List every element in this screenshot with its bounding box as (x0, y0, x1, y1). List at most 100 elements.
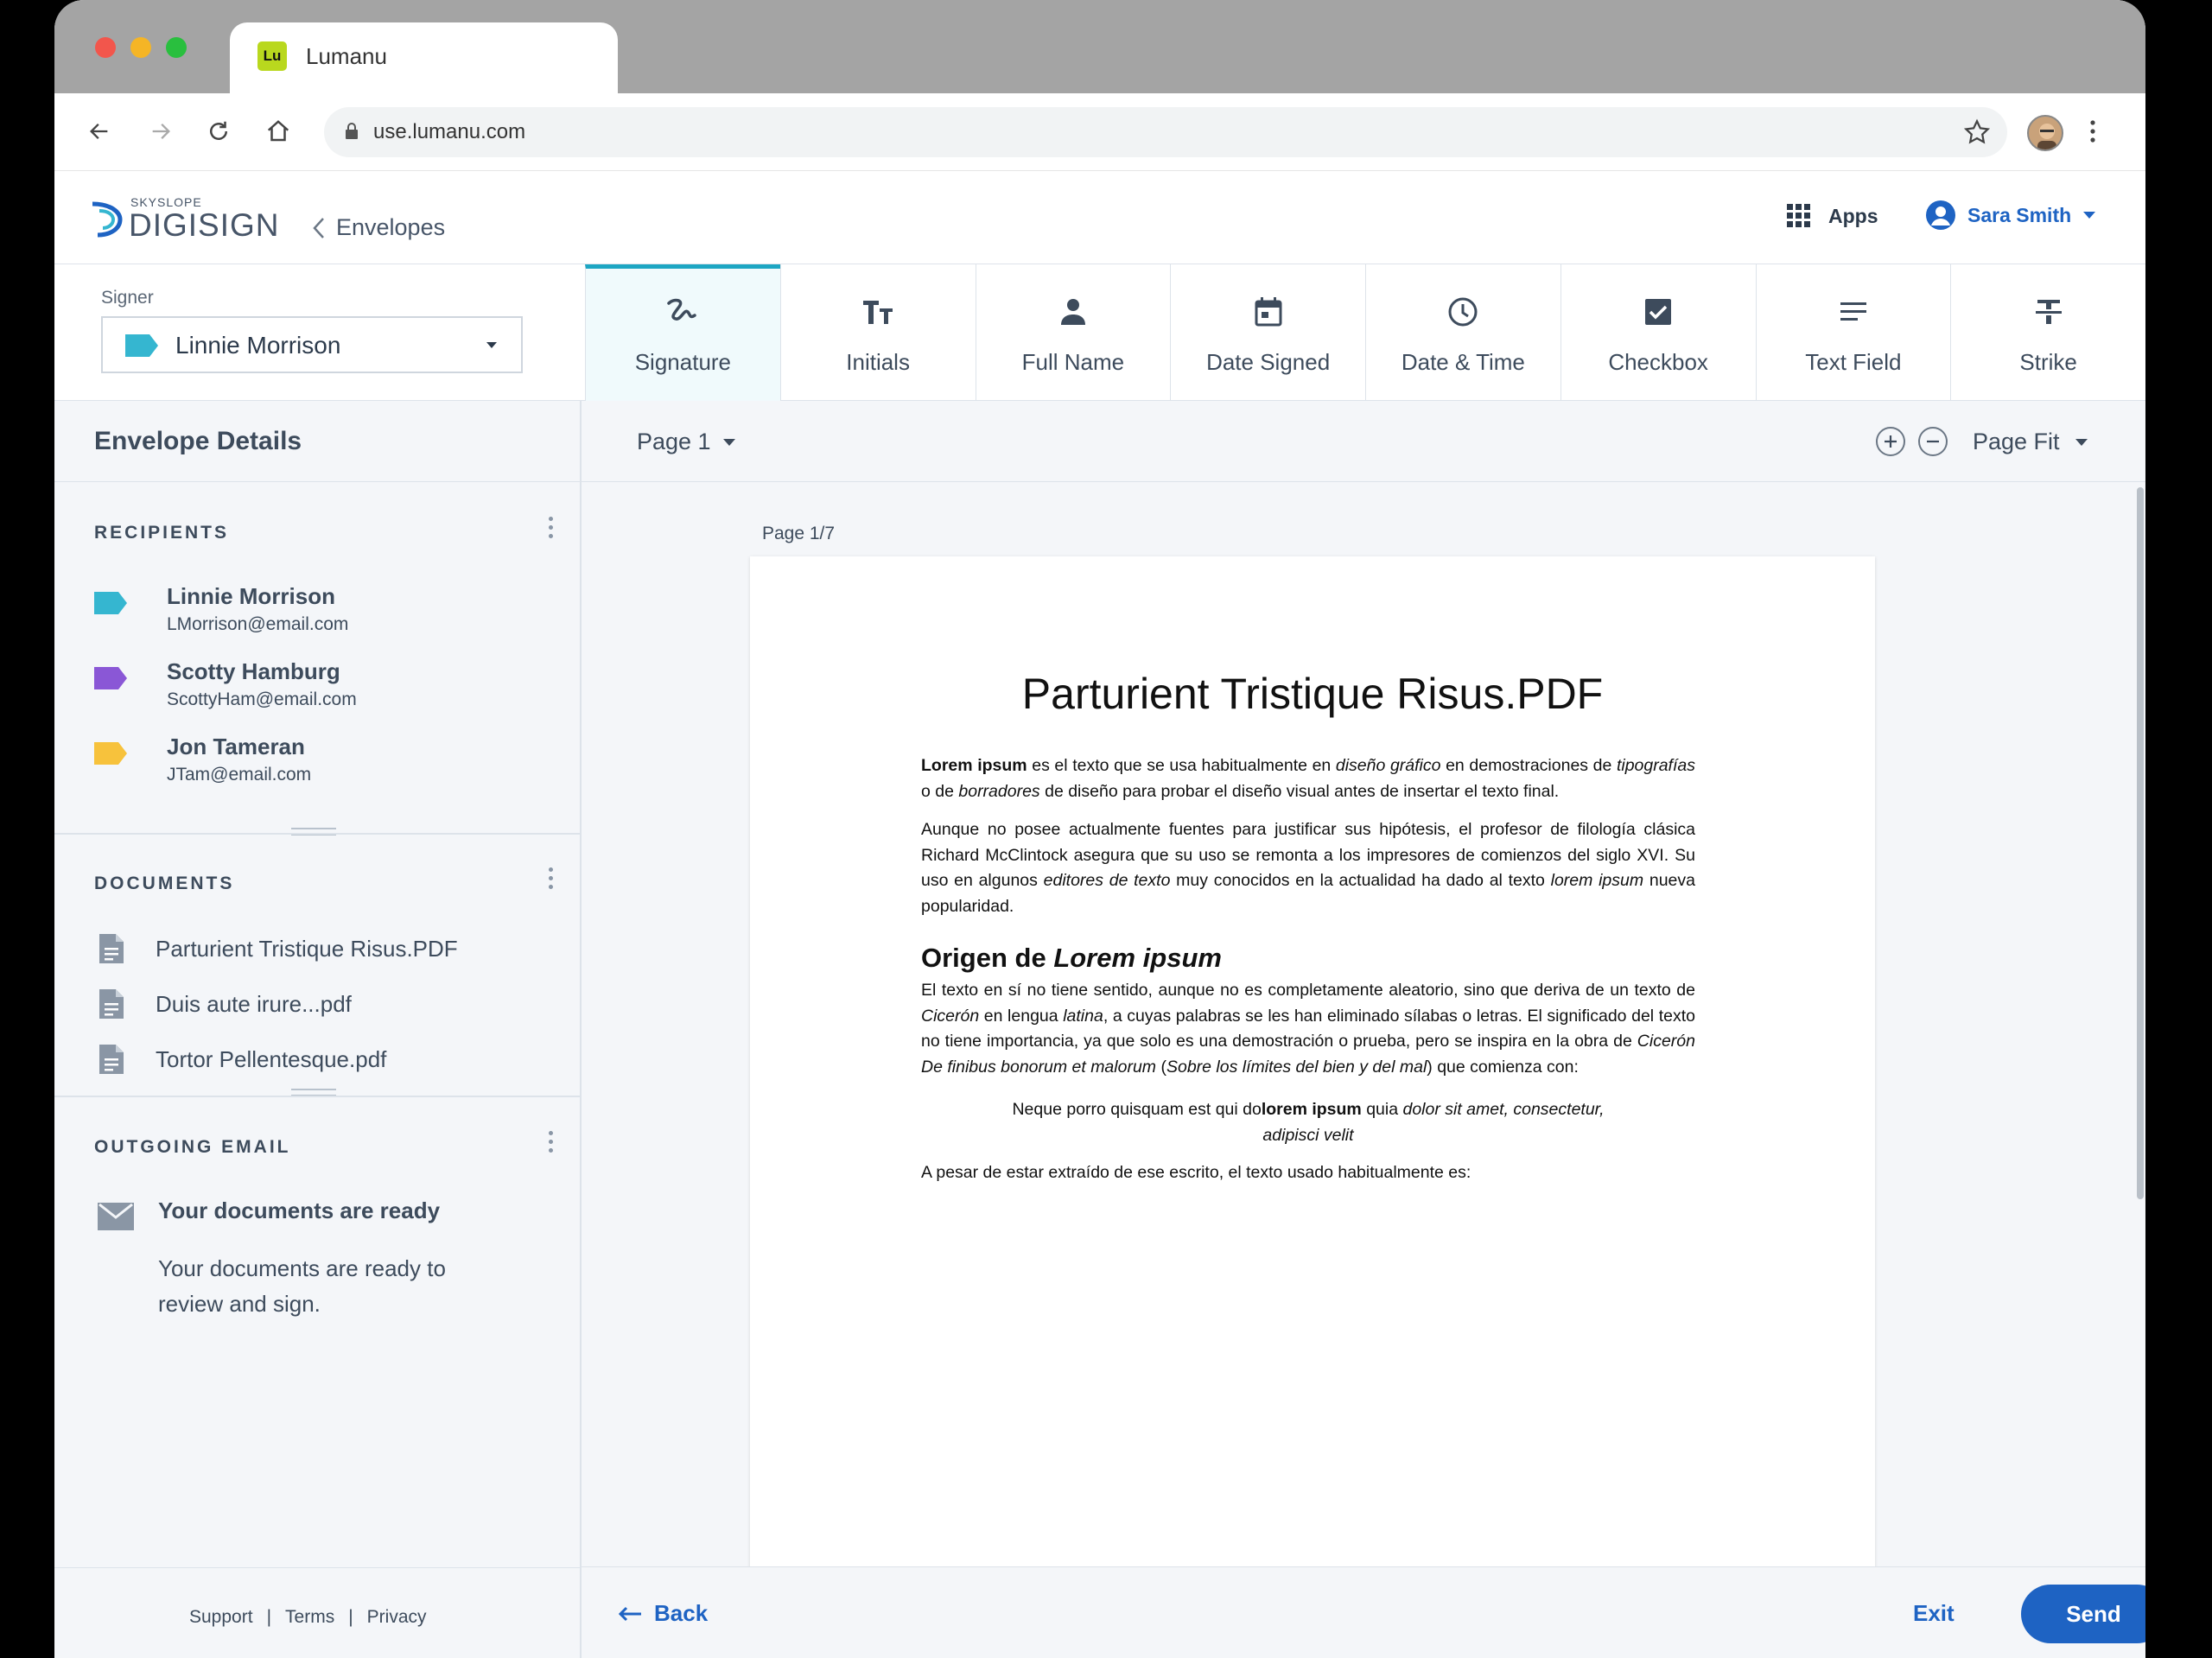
recipient-tag-icon (94, 592, 127, 619)
document-item[interactable]: Duis aute irure...pdf (98, 988, 352, 1020)
zoom-mode-dropdown[interactable]: Page Fit (1973, 429, 2088, 455)
viewer-header: Page 1 Page Fit (582, 401, 2145, 482)
browser-tab[interactable]: Lu Lumanu (230, 22, 618, 95)
tab-title: Lumanu (306, 43, 387, 69)
tool-checkbox[interactable]: Checkbox (1560, 264, 1756, 401)
reload-icon[interactable] (201, 114, 236, 149)
zoom-mode-label: Page Fit (1973, 429, 2060, 454)
document-name: Parturient Tristique Risus.PDF (156, 935, 458, 962)
email-subject: Your documents are ready (158, 1197, 441, 1223)
email-more-icon[interactable] (549, 1131, 554, 1157)
document-page[interactable]: Parturient Tristique Risus.PDF Lorem ips… (750, 556, 1875, 1566)
envelopes-back-link[interactable]: Envelopes (312, 214, 445, 241)
send-button[interactable]: Send (2021, 1585, 2145, 1643)
clock-icon (1447, 290, 1478, 334)
document-quote: Neque porro quisquam est qui dolorem ips… (1012, 1100, 1605, 1145)
document-name: Tortor Pellentesque.pdf (156, 1045, 387, 1072)
documents-more-icon[interactable] (549, 867, 554, 893)
tool-label: Strike (2019, 349, 2077, 375)
resize-handle[interactable] (291, 1089, 336, 1101)
tool-date-signed[interactable]: Date Signed (1170, 264, 1365, 401)
file-icon (99, 1045, 124, 1074)
text-lines-icon (1839, 290, 1868, 334)
page-select-label: Page 1 (637, 429, 711, 454)
browser-window: Lu Lumanu use.lumanu.com SKYSLOPE DIGISI… (54, 0, 2145, 1658)
profile-avatar[interactable] (2027, 115, 2063, 151)
strikethrough-icon (2034, 290, 2063, 334)
documents-title: DOCUMENTS (94, 873, 235, 893)
chevron-down-icon (2075, 438, 2088, 446)
viewer-scrollbar[interactable] (2137, 487, 2144, 1199)
chevron-down-icon (486, 342, 497, 348)
action-bar: Back Exit Send (582, 1566, 2145, 1658)
maximize-window-button[interactable] (166, 37, 187, 58)
sidebar-title: Envelope Details (94, 427, 302, 455)
chevron-down-icon (722, 438, 735, 446)
page-count: Page 1/7 (762, 524, 836, 543)
tool-signature[interactable]: Signature (585, 264, 780, 401)
tool-label: Signature (634, 349, 732, 375)
forward-arrow-icon[interactable] (143, 114, 178, 149)
browser-toolbar: use.lumanu.com (54, 93, 2145, 171)
recipient-name: Jon Tameran (167, 734, 305, 759)
minimize-window-button[interactable] (130, 37, 151, 58)
tool-text-field[interactable]: Text Field (1755, 264, 1951, 401)
section-divider (54, 1096, 580, 1097)
address-bar[interactable]: use.lumanu.com (324, 107, 2007, 157)
user-name: Sara Smith (1967, 203, 2072, 226)
person-icon (1058, 290, 1088, 334)
tool-label: Full Name (1021, 349, 1125, 375)
tab-strip: Lu Lumanu (54, 0, 2145, 95)
back-arrow-icon[interactable] (82, 114, 117, 149)
section-divider (54, 833, 580, 835)
chevron-left-icon (313, 217, 324, 238)
tool-initials[interactable]: Initials (779, 264, 976, 401)
file-icon (99, 989, 124, 1019)
minus-icon (1927, 440, 1939, 443)
recipient-name: Linnie Morrison (167, 583, 335, 609)
lock-icon (343, 122, 360, 145)
envelope-details-sidebar: Envelope Details RECIPIENTS Linnie Morri… (54, 401, 582, 1658)
calendar-icon (1254, 290, 1283, 334)
document-item[interactable]: Parturient Tristique Risus.PDF (98, 932, 458, 965)
recipients-more-icon[interactable] (549, 517, 554, 543)
signature-icon (665, 290, 700, 334)
tool-full-name[interactable]: Full Name (975, 264, 1171, 401)
tool-strike[interactable]: Strike (1950, 264, 2145, 401)
tool-date-time[interactable]: Date & Time (1365, 264, 1560, 401)
envelopes-label: Envelopes (336, 214, 446, 240)
document-paragraph: A pesar de estar extraído de ese escrito… (921, 1163, 1471, 1182)
signer-dropdown[interactable]: Linnie Morrison (101, 316, 523, 373)
back-button[interactable]: Back (618, 1600, 708, 1627)
app-header: SKYSLOPE DIGISIGN Envelopes Apps Sara Sm… (54, 171, 2145, 264)
exit-button[interactable]: Exit (1913, 1600, 1955, 1627)
privacy-link[interactable]: Privacy (367, 1607, 427, 1628)
tool-label: Initials (846, 349, 910, 375)
bookmark-star-icon[interactable] (1962, 118, 1992, 151)
close-window-button[interactable] (95, 37, 116, 58)
home-icon[interactable] (261, 114, 296, 149)
page-select-dropdown[interactable]: Page 1 (637, 429, 735, 455)
zoom-in-button[interactable] (1876, 427, 1905, 456)
document-viewer: Page 1/7 Parturient Tristique Risus.PDF … (582, 482, 2145, 1566)
user-menu[interactable]: Sara Smith (1926, 200, 2096, 230)
field-toolbar: Signer Linnie Morrison Signature Initial… (54, 264, 2145, 401)
apps-label: Apps (1828, 204, 1878, 227)
recipient-tag-icon (94, 742, 127, 769)
apps-button[interactable]: Apps (1787, 204, 1878, 228)
signer-label: Signer (101, 288, 154, 308)
sidebar-footer: Support | Terms | Privacy (54, 1567, 580, 1658)
checkbox-icon (1643, 290, 1673, 334)
support-link[interactable]: Support (189, 1607, 253, 1628)
signer-name: Linnie Morrison (175, 332, 341, 359)
apps-grid-icon (1787, 204, 1810, 227)
browser-menu-icon[interactable] (2075, 114, 2110, 149)
zoom-out-button[interactable] (1918, 427, 1948, 456)
document-heading: Origen de Lorem ipsum (921, 943, 1222, 973)
document-name: Duis aute irure...pdf (156, 990, 352, 1017)
document-item[interactable]: Tortor Pellentesque.pdf (98, 1043, 386, 1076)
terms-link[interactable]: Terms (285, 1607, 334, 1628)
email-body: Your documents are ready to review and s… (158, 1255, 446, 1317)
plus-icon (1885, 435, 1897, 448)
recipient-email: LMorrison@email.com (167, 614, 349, 634)
